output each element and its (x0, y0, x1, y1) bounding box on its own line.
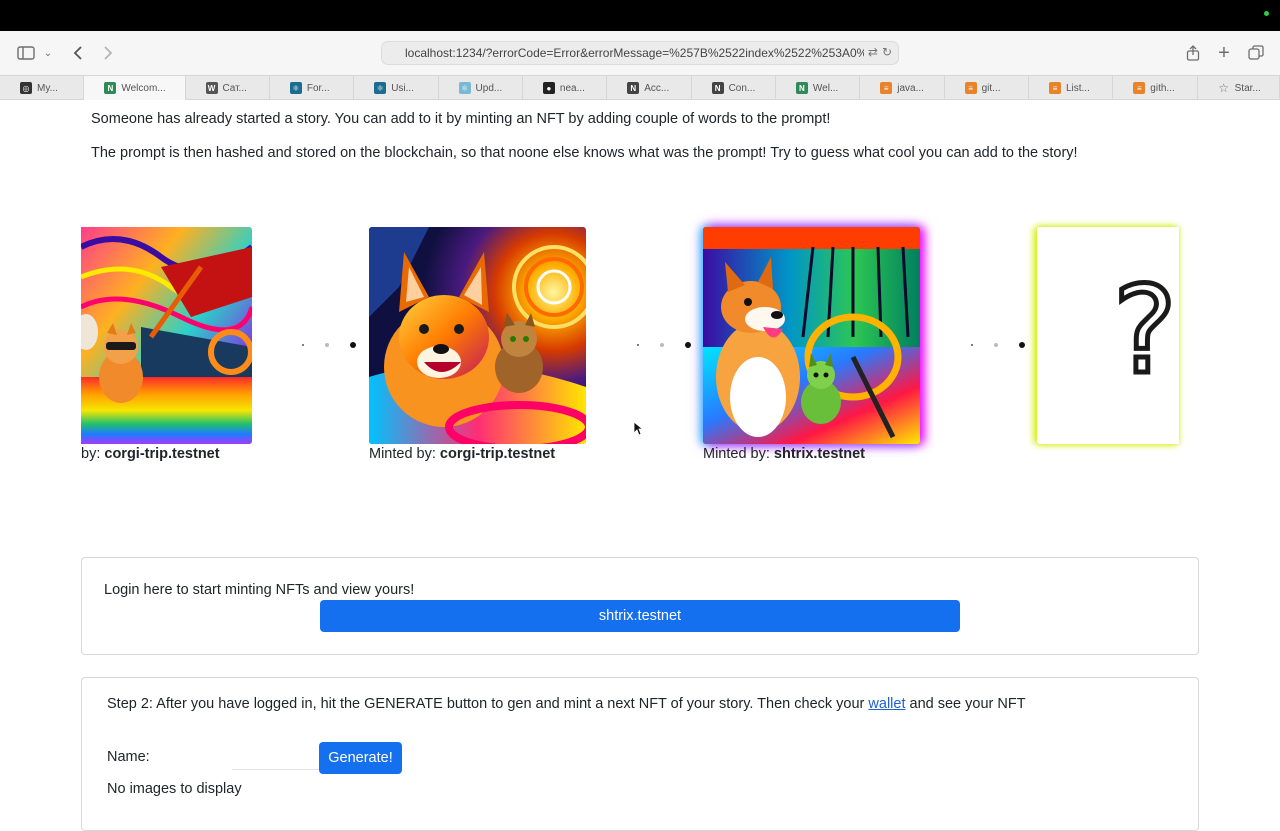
stackoverflow-icon: ≡ (1048, 82, 1061, 94)
name-label: Name: (107, 749, 150, 765)
stackoverflow-icon: ≡ (1133, 82, 1146, 94)
chevron-down-icon[interactable]: ⌄ (42, 42, 54, 64)
tab-label: For... (306, 82, 330, 94)
notion-icon: N (104, 82, 117, 94)
tab-label: Welcom... (121, 82, 166, 94)
translate-icon[interactable]: ⇄ (868, 45, 878, 59)
tab-label: Usi... (391, 82, 414, 94)
mystery-nft-card: ? (1037, 227, 1179, 444)
browser-tab[interactable]: ◎ My... (0, 76, 85, 100)
page-content: Someone has already started a story. You… (0, 101, 1280, 831)
tab-label: My... (37, 82, 58, 94)
nft-image-2[interactable] (369, 227, 586, 444)
tab-label: Wel... (812, 82, 839, 94)
login-panel: Login here to start minting NFTs and vie… (81, 557, 1199, 655)
wallet-link[interactable]: wallet (868, 696, 905, 712)
nft-caption-1: by: corgi-trip.testnet (81, 446, 220, 462)
tab-label: Cат... (222, 82, 247, 94)
tab-label: nea... (559, 82, 585, 94)
browser-tab[interactable]: ⚛ For... (270, 76, 355, 100)
tab-label: List... (1065, 82, 1090, 94)
browser-tab[interactable]: ≡ git... (945, 76, 1029, 100)
browser-toolbar: ⌄ localhost:1234/?errorCode=Error&errorM… (0, 31, 1280, 75)
tab-label: gith... (1150, 82, 1175, 94)
stackoverflow-icon: ≡ (964, 82, 977, 94)
intro-text-2: The prompt is then hashed and stored on … (91, 145, 1078, 161)
forward-icon[interactable] (99, 42, 117, 64)
near-icon: N (627, 82, 640, 94)
browser-tab[interactable]: N Acc... (607, 76, 692, 100)
minter-name: corgi-trip.testnet (439, 446, 556, 462)
step2-text: Step 2: After you have logged in, hit th… (107, 696, 1026, 712)
address-bar[interactable]: localhost:1234/?errorCode=Error&errorMes… (381, 41, 899, 65)
tab-bar: ◎ My... N Welcom... W Cат... ⚛ For... ⚛ Usi... ⚛ Up… (0, 75, 1280, 100)
new-tab-icon[interactable]: + (1214, 42, 1234, 64)
sidebar-toggle-icon[interactable] (16, 42, 36, 64)
question-mark-icon: ? (1111, 262, 1179, 401)
login-text: Login here to start minting NFTs and vie… (104, 582, 415, 598)
browser-tab[interactable]: N Wel... (776, 76, 861, 100)
nft-image-3[interactable] (703, 227, 920, 444)
notion-icon: N (795, 82, 808, 94)
tab-label: Star... (1234, 82, 1261, 94)
star-icon: ☆ (1218, 81, 1230, 95)
react-icon: ⚛ (289, 82, 302, 94)
tab-label: java... (897, 82, 924, 94)
intro-text-1: Someone has already started a story. You… (91, 111, 831, 127)
near-icon: N (711, 82, 724, 94)
carousel-dots-3 (967, 340, 1027, 350)
tab-label: Acc... (644, 82, 670, 94)
nft-caption-3: Minted by: shtrix.testnet (703, 446, 865, 462)
account-button[interactable]: shtrix.testnet (320, 600, 960, 632)
browser-tab[interactable]: ☆ Star... (1198, 76, 1280, 100)
browser-tab[interactable]: ⚛ Upd... (439, 76, 523, 100)
minter-name: shtrix.testnet (773, 446, 865, 462)
camera-indicator-icon (1264, 11, 1269, 16)
app-icon: ◎ (20, 82, 32, 94)
minter-name: corgi-trip.testnet (104, 446, 220, 462)
share-icon[interactable] (1183, 42, 1203, 64)
browser-tab[interactable]: ● nea... (523, 76, 608, 100)
nft-caption-2: Minted by: corgi-trip.testnet (369, 446, 556, 462)
nft-image-1[interactable] (81, 227, 252, 444)
browser-tab[interactable]: W Cат... (186, 76, 270, 100)
system-top-bar (0, 0, 1280, 31)
empty-images-message: No images to display (107, 781, 242, 797)
tab-overview-icon[interactable] (1246, 42, 1266, 64)
react-icon: ⚛ (374, 82, 387, 94)
back-icon[interactable] (69, 42, 87, 64)
carousel-dots-1 (298, 340, 358, 350)
browser-tab[interactable]: ≡ gith... (1113, 76, 1198, 100)
github-icon: ● (542, 82, 555, 94)
tab-label: Con... (728, 82, 756, 94)
wikipedia-icon: W (205, 82, 218, 94)
stackoverflow-icon: ≡ (880, 82, 893, 94)
browser-tab[interactable]: N Welcom... (84, 76, 186, 100)
browser-tab[interactable]: ⚛ Usi... (354, 76, 439, 100)
tab-label: git... (981, 82, 1001, 94)
mouse-cursor-icon (633, 421, 643, 436)
react-light-icon: ⚛ (458, 82, 471, 94)
browser-tab[interactable]: ≡ List... (1029, 76, 1114, 100)
generate-panel: Step 2: After you have logged in, hit th… (81, 677, 1199, 831)
browser-tab[interactable]: ≡ java... (860, 76, 945, 100)
address-bar-text: localhost:1234/?errorCode=Error&errorMes… (405, 46, 868, 60)
carousel-dots-2 (633, 340, 693, 350)
address-bar-actions: ⇄ ↻ (863, 45, 892, 59)
reload-icon[interactable]: ↻ (882, 45, 892, 59)
tab-label: Upd... (475, 82, 503, 94)
browser-tab[interactable]: N Con... (692, 76, 776, 100)
generate-button[interactable]: Generate! (319, 742, 402, 774)
